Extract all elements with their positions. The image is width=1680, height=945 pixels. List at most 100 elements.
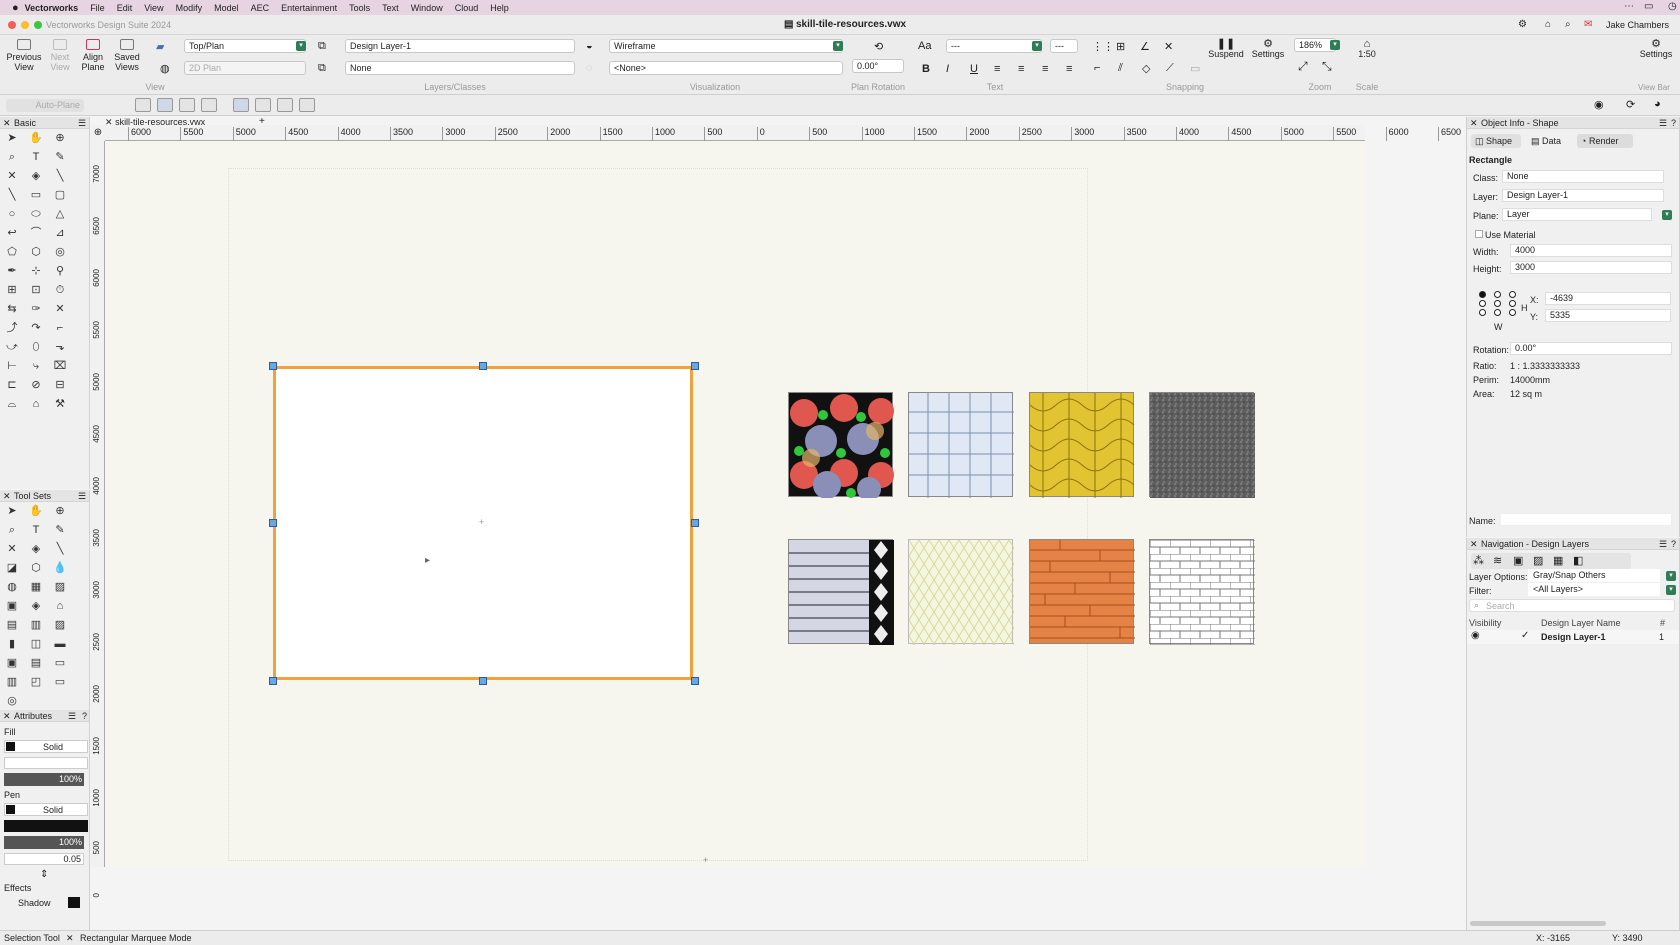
nav-tab-references-icon[interactable]: ▦	[1553, 554, 1563, 567]
close-icon[interactable]: ✕	[3, 710, 11, 722]
ruler-origin-icon[interactable]: ⊕	[91, 125, 105, 141]
menu-model[interactable]: Model	[214, 3, 239, 13]
flyover-icon[interactable]: ⊕	[52, 131, 68, 145]
navigation-scrollbar[interactable]	[1470, 921, 1606, 926]
rotation-field[interactable]: 0.00°	[1510, 342, 1672, 355]
col-layer-name[interactable]: Design Layer Name	[1541, 618, 1621, 628]
brush-icon[interactable]: ✑	[28, 302, 44, 316]
rotate-icon[interactable]: ↷	[28, 321, 44, 335]
ts-doors-icon[interactable]: ▮	[4, 637, 20, 651]
resize-handle[interactable]	[479, 677, 487, 685]
plane-dropdown[interactable]: Layer	[1502, 208, 1652, 221]
pan-icon[interactable]: ✋	[28, 131, 44, 145]
justify-icon[interactable]: ≡	[1066, 63, 1072, 75]
resize-handle[interactable]	[269, 677, 277, 685]
reshape-icon[interactable]: ⊹	[28, 264, 44, 278]
close-icon[interactable]: ✕	[3, 117, 11, 129]
tab-shape[interactable]: ◫ Shape	[1471, 134, 1521, 148]
fit-to-objects-icon[interactable]: ⤡	[1322, 59, 1332, 74]
menu-icon[interactable]: ☰	[78, 490, 86, 502]
clip-icon[interactable]: ⊡	[28, 283, 44, 297]
menu-edit[interactable]: Edit	[117, 3, 133, 13]
width-field[interactable]: 4000	[1510, 244, 1672, 257]
plane-chevron-icon[interactable]: ▾	[1662, 210, 1672, 220]
mode-interactive-scale-icon[interactable]	[157, 98, 173, 112]
tile-grid[interactable]	[908, 392, 1014, 498]
resize-handle[interactable]	[479, 362, 487, 370]
layer-dropdown-oi[interactable]: Design Layer-1	[1502, 189, 1664, 202]
line2-icon[interactable]: ╲	[4, 188, 20, 202]
help-icon[interactable]: ?	[1671, 538, 1676, 550]
ts-detailing-icon[interactable]: ▣	[4, 599, 20, 613]
render-dropdown-chevron-icon[interactable]: ▾	[833, 41, 843, 51]
font-dropdown[interactable]: ---	[946, 39, 1042, 53]
tile-lattice[interactable]	[908, 539, 1014, 645]
ts-delete-icon[interactable]: ✕	[4, 542, 20, 556]
tile-brick[interactable]	[1149, 539, 1255, 645]
align-center-icon[interactable]: ≡	[1018, 63, 1024, 75]
resize-handle[interactable]	[269, 362, 277, 370]
quarter-arc-icon[interactable]: ⊿	[52, 226, 68, 240]
scale-button[interactable]: ⌂ 1:50	[1352, 39, 1382, 60]
working-plane-icon[interactable]: ⟳	[1626, 98, 1635, 111]
notification-icon[interactable]: ✉	[1584, 19, 1592, 30]
anchor-point[interactable]	[1479, 300, 1486, 307]
class-dropdown[interactable]: None	[1502, 170, 1664, 183]
active-layer-check-icon[interactable]: ✓	[1521, 630, 1529, 641]
menu-modify[interactable]: Modify	[176, 3, 203, 13]
saved-views-button[interactable]: Saved Views	[112, 39, 142, 72]
rounded-rect-icon[interactable]: ▢	[52, 188, 68, 202]
menu-app-name[interactable]: Vectorworks	[25, 3, 79, 13]
polyline-icon[interactable]: ⬡	[28, 245, 44, 259]
apple-icon[interactable]: ●	[12, 2, 19, 14]
align-plane-button[interactable]: Align Plane	[78, 39, 108, 72]
ts-structural-icon[interactable]: ▬	[52, 637, 68, 651]
fill-color-swatch[interactable]	[6, 742, 15, 751]
auto-plane-toggle[interactable]: Auto-Plane	[6, 99, 84, 112]
font-chevron-icon[interactable]: ▾	[1032, 41, 1042, 51]
menu-cloud[interactable]: Cloud	[455, 3, 479, 13]
ts-windows-icon[interactable]: ◫	[28, 637, 44, 651]
freehand-icon[interactable]: ⌒	[28, 226, 44, 240]
rectangle-icon[interactable]: ▭	[28, 188, 44, 202]
font-icon[interactable]: Aa	[918, 40, 931, 52]
constrain-icon[interactable]: ⌧	[52, 359, 68, 373]
ts-plumbing-icon[interactable]: ▤	[28, 656, 44, 670]
ts-visualization-icon[interactable]: ◈	[28, 599, 44, 613]
name-field[interactable]	[1500, 513, 1672, 526]
layer-options-chevron-icon[interactable]: ▾	[1666, 571, 1676, 581]
tile-circles[interactable]	[788, 392, 894, 501]
view-icon[interactable]: ▰	[156, 40, 164, 53]
oval-icon[interactable]: ⬭	[28, 207, 44, 221]
ts-line-icon[interactable]: ╲	[52, 542, 68, 556]
connect-icon[interactable]: ⤻	[4, 340, 20, 354]
mirror-icon[interactable]: ⇆	[4, 302, 20, 316]
fill-style-dropdown[interactable]: Solid	[4, 740, 88, 753]
ts-text-icon[interactable]: T	[28, 523, 44, 537]
wall-icon[interactable]: ⌓	[4, 397, 20, 411]
line-icon[interactable]: ╲	[52, 169, 68, 183]
layer-icon[interactable]: ⧉	[318, 40, 326, 53]
mode-options-icon[interactable]	[299, 98, 315, 112]
menu-help[interactable]: Help	[490, 3, 509, 13]
plan-rotation-field[interactable]: 0.00°	[852, 59, 904, 73]
snap-working-plane-icon[interactable]: ▭	[1190, 62, 1200, 75]
selection-icon[interactable]: ➤	[4, 131, 20, 145]
lighting-dropdown[interactable]: <None>	[609, 61, 843, 75]
anchor-point[interactable]	[1509, 300, 1516, 307]
bracket-icon[interactable]: ⊏	[4, 378, 20, 392]
anchor-point[interactable]	[1479, 291, 1486, 298]
close-icon[interactable]: ✕	[1470, 117, 1478, 129]
search-icon[interactable]: ⌕	[1565, 19, 1571, 30]
italic-icon[interactable]: I	[946, 63, 949, 75]
ts-drop-icon[interactable]: 💧	[52, 561, 68, 575]
roof-icon[interactable]: ⌂	[28, 397, 44, 411]
underline-icon[interactable]: U	[970, 63, 978, 75]
zoom-icon[interactable]: ⌕	[4, 150, 20, 164]
minimize-window-button[interactable]	[21, 21, 29, 29]
snapping-settings-button[interactable]: ⚙ Settings	[1248, 39, 1288, 60]
nav-tab-views-icon[interactable]: ▨	[1533, 554, 1543, 567]
double-line-icon[interactable]: ⊟	[52, 378, 68, 392]
attribute-icon[interactable]: ◈	[28, 169, 44, 183]
next-view-button[interactable]: Next View	[46, 39, 74, 72]
